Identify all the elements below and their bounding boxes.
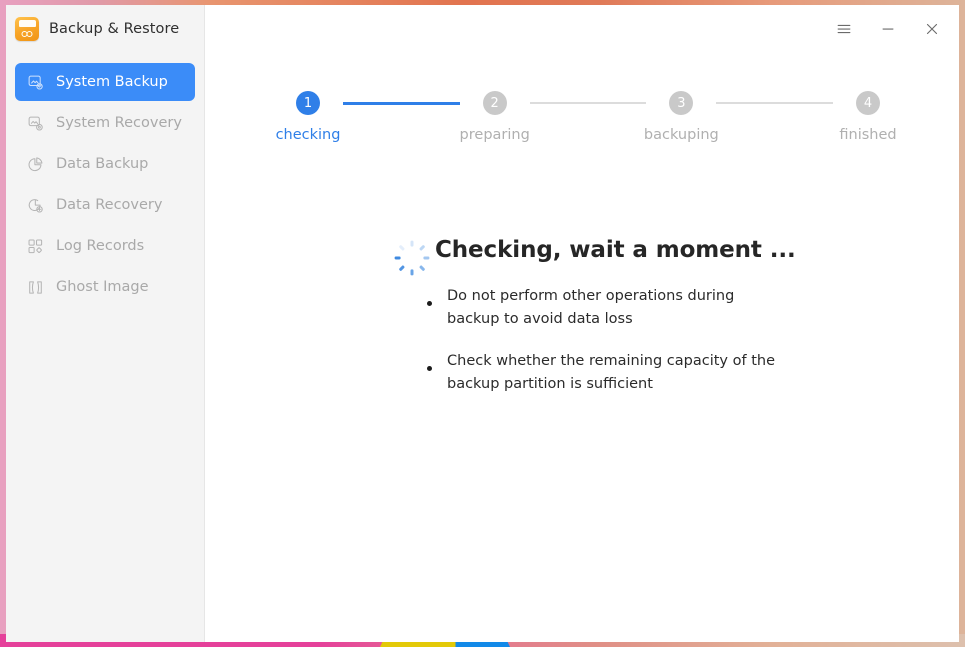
status-heading-row: Checking, wait a moment ... bbox=[394, 237, 841, 276]
status-heading: Checking, wait a moment ... bbox=[435, 237, 796, 263]
step-number: 1 bbox=[296, 91, 320, 115]
sidebar: Backup & Restore System Backup System Re… bbox=[6, 5, 205, 642]
status-note: Do not perform other operations during b… bbox=[423, 285, 777, 331]
step-connector-1-2 bbox=[343, 101, 460, 105]
sidebar-item-ghost-image[interactable]: Ghost Image bbox=[15, 271, 195, 304]
step-backuping: 3 backuping bbox=[643, 91, 719, 143]
step-connector-2-3 bbox=[529, 102, 647, 104]
sidebar-item-data-backup[interactable]: Data Backup bbox=[15, 148, 195, 181]
status-notes-list: Do not perform other operations during b… bbox=[423, 285, 841, 396]
application-window: Backup & Restore System Backup System Re… bbox=[6, 5, 959, 642]
step-label: checking bbox=[275, 127, 341, 143]
window-controls bbox=[829, 5, 947, 53]
sidebar-item-label: Ghost Image bbox=[56, 279, 149, 296]
sidebar-item-label: System Backup bbox=[56, 73, 168, 90]
progress-stepper: 1 checking 2 preparing 3 backuping 4 fin… bbox=[273, 91, 903, 143]
app-icon-loop-glyph bbox=[21, 30, 33, 37]
step-label: preparing bbox=[459, 127, 530, 143]
step-number: 3 bbox=[669, 91, 694, 115]
sidebar-item-data-recovery[interactable]: Data Recovery bbox=[15, 189, 195, 222]
sidebar-item-log-records[interactable]: Log Records bbox=[15, 230, 195, 263]
minimize-icon[interactable] bbox=[873, 14, 903, 44]
sidebar-nav: System Backup System Recovery Data Backu… bbox=[6, 63, 204, 304]
loading-spinner-icon bbox=[394, 240, 430, 276]
step-number: 4 bbox=[856, 91, 881, 115]
app-header: Backup & Restore bbox=[6, 5, 204, 53]
hamburger-menu-icon[interactable] bbox=[829, 14, 859, 44]
ghost-image-icon bbox=[27, 279, 44, 296]
data-backup-icon bbox=[27, 156, 44, 173]
status-note: Check whether the remaining capacity of … bbox=[423, 350, 777, 396]
sidebar-item-system-recovery[interactable]: System Recovery bbox=[15, 107, 195, 140]
sidebar-item-label: Data Recovery bbox=[56, 197, 163, 214]
sidebar-item-label: Data Backup bbox=[56, 156, 149, 173]
data-recovery-icon bbox=[27, 197, 44, 214]
main-content: 1 checking 2 preparing 3 backuping 4 fin… bbox=[205, 5, 959, 642]
status-block: Checking, wait a moment ... Do not perfo… bbox=[394, 237, 841, 415]
step-connector-3-4 bbox=[716, 102, 834, 104]
app-title: Backup & Restore bbox=[49, 21, 180, 37]
step-finished: 4 finished bbox=[833, 91, 903, 143]
step-preparing: 2 preparing bbox=[460, 91, 530, 143]
app-icon-lid bbox=[18, 20, 36, 27]
step-label: backuping bbox=[643, 127, 719, 143]
system-backup-icon bbox=[27, 74, 44, 91]
system-recovery-icon bbox=[27, 115, 44, 132]
sidebar-item-label: System Recovery bbox=[56, 115, 182, 132]
backup-restore-app-icon bbox=[15, 17, 39, 41]
step-checking: 1 checking bbox=[273, 91, 343, 143]
step-label: finished bbox=[839, 127, 897, 143]
sidebar-item-system-backup[interactable]: System Backup bbox=[15, 63, 195, 101]
close-icon[interactable] bbox=[917, 14, 947, 44]
step-number: 2 bbox=[482, 91, 507, 115]
sidebar-item-label: Log Records bbox=[56, 238, 145, 255]
log-records-icon bbox=[27, 238, 44, 255]
